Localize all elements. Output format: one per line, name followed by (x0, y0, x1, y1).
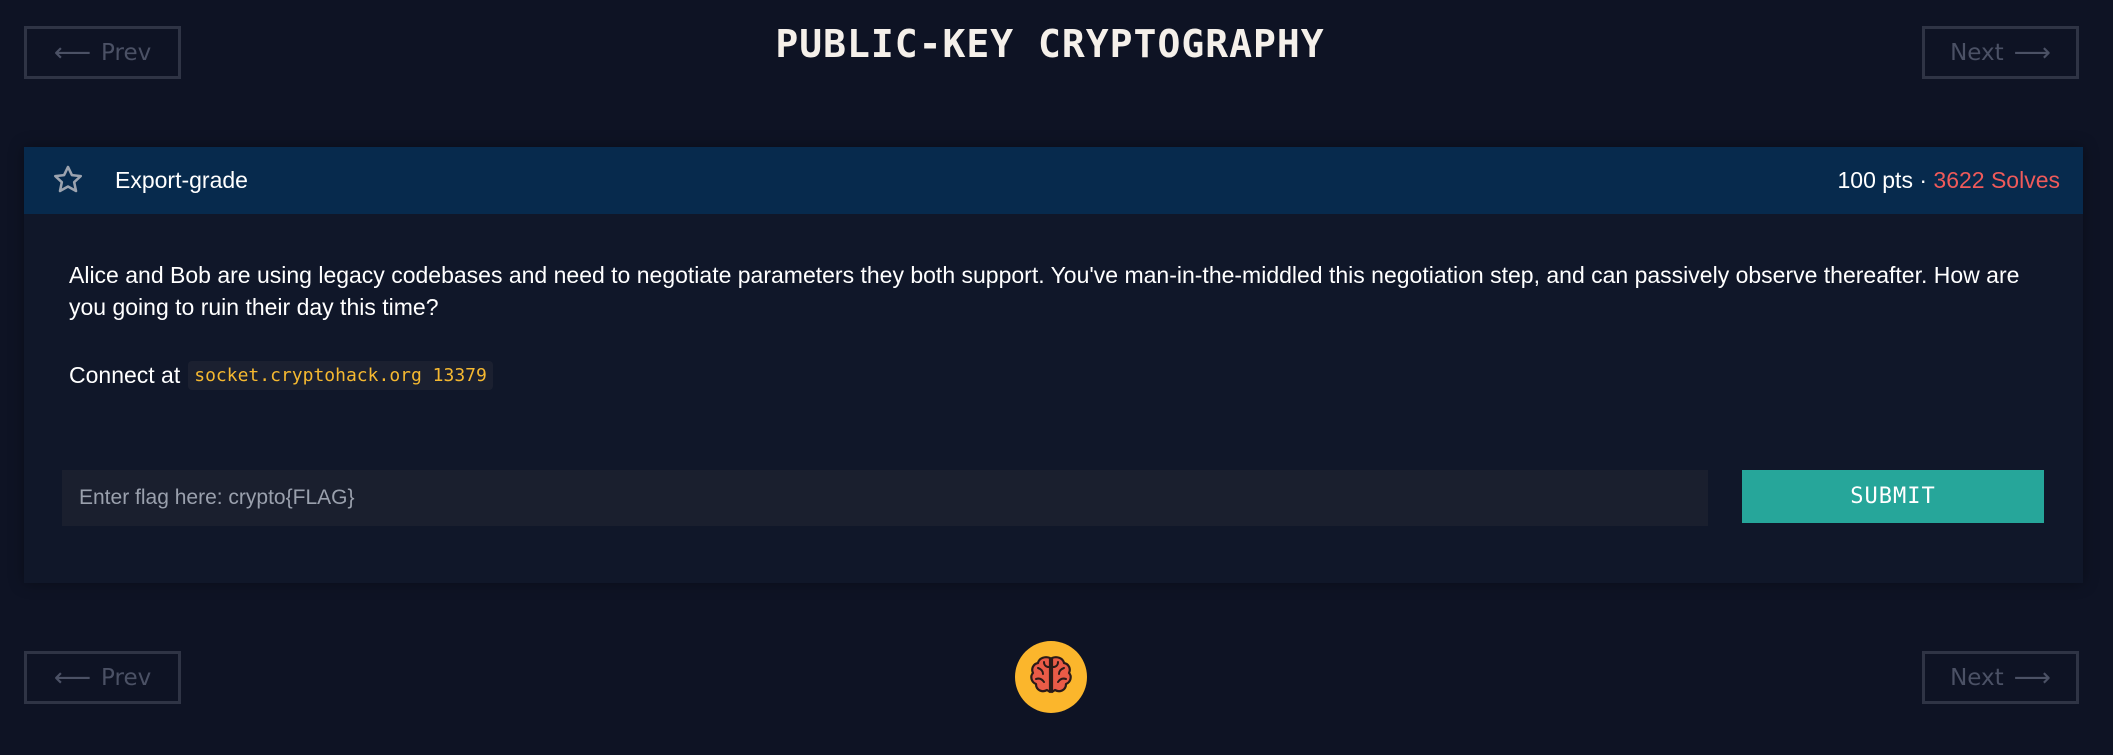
challenge-name: Export-grade (115, 167, 248, 193)
next-label: Next (1950, 39, 2004, 66)
next-button-bottom[interactable]: Next ⟶ (1922, 651, 2079, 704)
brain-icon (1028, 654, 1074, 701)
star-icon[interactable] (51, 163, 85, 197)
right-arrow-icon: ⟶ (2013, 37, 2051, 68)
challenge-header[interactable]: Export-grade 100 pts · 3622 Solves (24, 147, 2083, 214)
submit-button[interactable]: SUBMIT (1742, 470, 2044, 523)
prev-button-bottom[interactable]: ⟵ Prev (24, 651, 181, 704)
stats-separator: · (1919, 167, 1928, 193)
brain-badge[interactable] (1015, 641, 1087, 713)
next-button-top[interactable]: Next ⟶ (1922, 26, 2079, 79)
flag-input[interactable] (62, 470, 1708, 526)
challenge-stats: 100 pts · 3622 Solves (1838, 167, 2061, 194)
left-arrow-icon: ⟵ (53, 662, 92, 693)
challenge-card: Export-grade 100 pts · 3622 Solves Alice… (24, 147, 2083, 583)
next-label: Next (1950, 664, 2004, 691)
connect-info: Connect at socket.cryptohack.org 13379 (69, 361, 493, 390)
socket-address: socket.cryptohack.org 13379 (188, 361, 493, 390)
challenge-page: ⟵ Prev PUBLIC-KEY CRYPTOGRAPHY Next ⟶ Ex… (0, 0, 2113, 755)
points-unit: pts (1882, 167, 1913, 193)
points-value: 100 (1837, 167, 1876, 193)
page-title: PUBLIC-KEY CRYPTOGRAPHY (775, 22, 1325, 66)
right-arrow-icon: ⟶ (2013, 662, 2051, 693)
challenge-description: Alice and Bob are using legacy codebases… (69, 262, 2020, 320)
prev-label: Prev (101, 664, 152, 691)
solves-count: 3622 Solves (1933, 167, 2060, 193)
connect-label: Connect at (69, 362, 181, 388)
